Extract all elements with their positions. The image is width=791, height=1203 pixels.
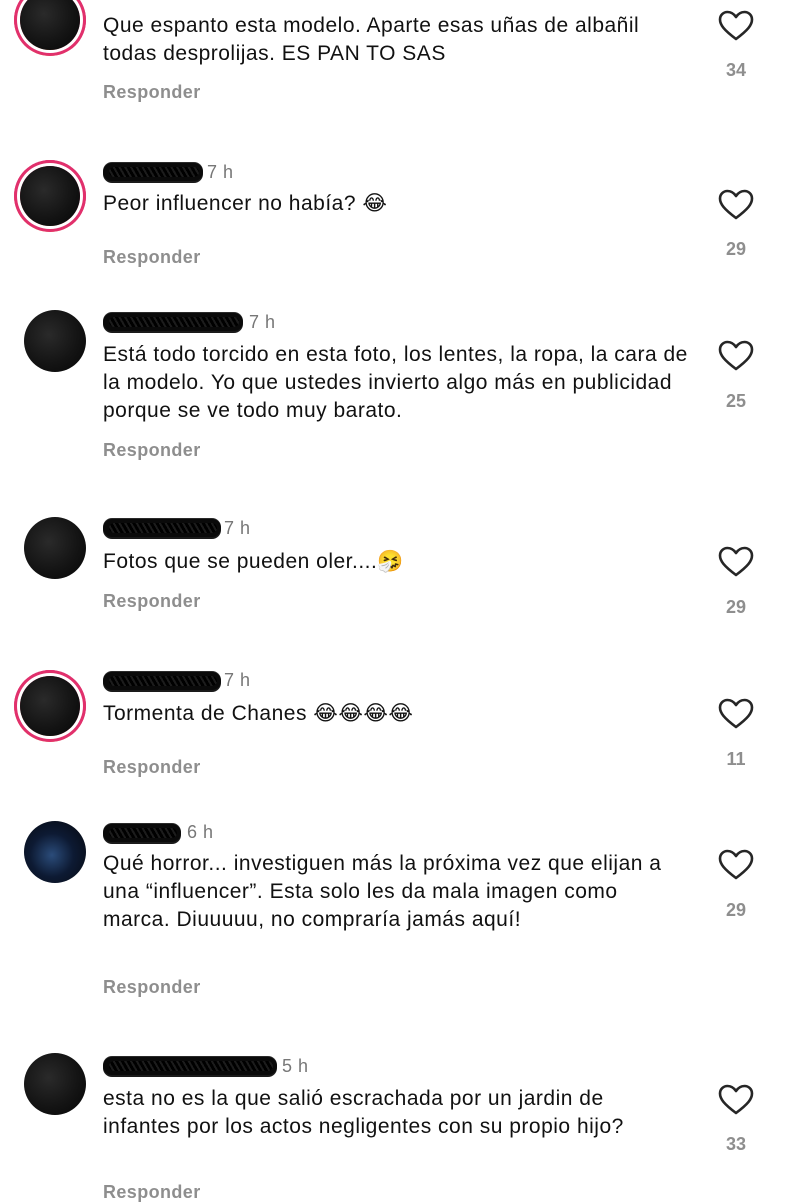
reply-button[interactable]: Responder bbox=[103, 591, 201, 612]
comment-time: 7 h bbox=[224, 670, 251, 690]
comment-text: esta no es la que salió escrachada por u… bbox=[103, 1087, 624, 1138]
heart-icon[interactable] bbox=[718, 546, 754, 578]
comment-text: Fotos que se pueden oler....🤧 bbox=[103, 550, 404, 573]
reply-button[interactable]: Responder bbox=[103, 247, 201, 268]
avatar[interactable] bbox=[24, 821, 86, 883]
avatar[interactable] bbox=[24, 517, 86, 579]
like-count: 29 bbox=[725, 900, 747, 920]
heart-icon[interactable] bbox=[718, 340, 754, 372]
comment-time: 5 h bbox=[282, 1056, 309, 1076]
comment-text: Peor influencer no había? 😂 bbox=[103, 192, 388, 215]
comment-text: Está todo torcido en esta foto, los lent… bbox=[103, 343, 688, 422]
username-redacted[interactable] bbox=[103, 672, 221, 690]
like-count: 34 bbox=[725, 60, 747, 80]
heart-icon[interactable] bbox=[718, 1084, 754, 1116]
reply-button[interactable]: Responder bbox=[103, 82, 201, 103]
reply-button[interactable]: Responder bbox=[103, 757, 201, 778]
heart-icon[interactable] bbox=[718, 698, 754, 730]
comment-text: Tormenta de Chanes 😂😂😂😂 bbox=[103, 702, 414, 725]
like-count: 29 bbox=[725, 597, 747, 617]
like-count: 29 bbox=[725, 239, 747, 259]
avatar[interactable] bbox=[24, 310, 86, 372]
reply-button[interactable]: Responder bbox=[103, 440, 201, 461]
avatar[interactable] bbox=[14, 160, 86, 232]
comment-time: 7 h bbox=[224, 518, 251, 538]
avatar[interactable] bbox=[14, 0, 86, 56]
username-redacted[interactable] bbox=[103, 163, 203, 181]
username-redacted[interactable] bbox=[103, 313, 243, 331]
comment-text: Que espanto esta modelo. Aparte esas uña… bbox=[103, 14, 640, 65]
heart-icon[interactable] bbox=[718, 10, 754, 42]
comment-time: 7 h bbox=[207, 162, 234, 182]
avatar[interactable] bbox=[24, 1053, 86, 1115]
comment-text: Qué horror... investiguen más la próxima… bbox=[103, 852, 662, 931]
like-count: 25 bbox=[725, 391, 747, 411]
username-redacted[interactable] bbox=[103, 824, 181, 842]
heart-icon[interactable] bbox=[718, 849, 754, 881]
reply-button[interactable]: Responder bbox=[103, 977, 201, 998]
username-redacted[interactable] bbox=[103, 519, 221, 537]
username-redacted[interactable] bbox=[103, 1057, 277, 1075]
comment-time: 6 h bbox=[187, 822, 214, 842]
heart-icon[interactable] bbox=[718, 189, 754, 221]
like-count: 11 bbox=[726, 749, 746, 769]
like-count: 33 bbox=[725, 1134, 747, 1154]
comment-time: 7 h bbox=[249, 312, 276, 332]
avatar[interactable] bbox=[14, 670, 86, 742]
